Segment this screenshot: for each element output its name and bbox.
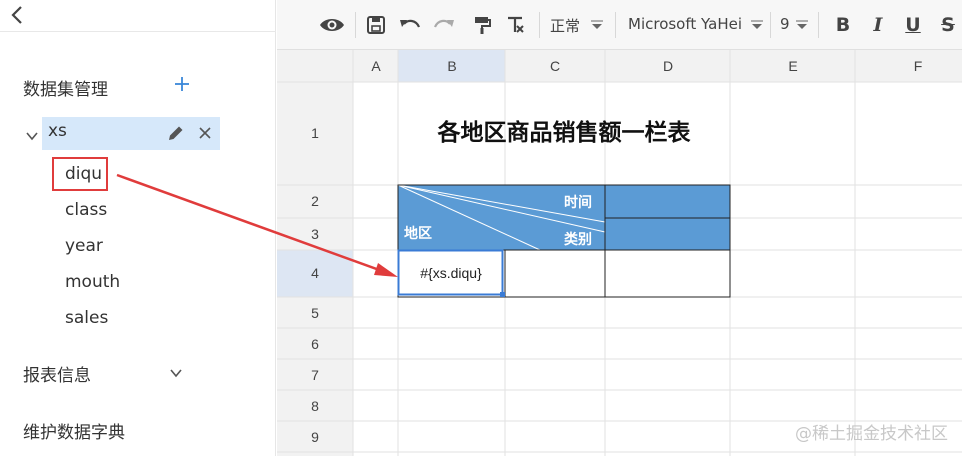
row-header-1[interactable]: 1 <box>311 125 319 141</box>
caret-down-icon <box>751 20 763 29</box>
panel-divider <box>0 31 276 32</box>
column-header-d[interactable]: D <box>663 58 673 74</box>
undo-icon <box>400 19 421 28</box>
format-painter-button[interactable] <box>471 13 493 37</box>
clear-format-button[interactable] <box>504 13 526 37</box>
left-panel: 数据集管理 xs diqu class year mouth sales 报表信… <box>0 0 276 456</box>
underline-button[interactable]: U <box>903 13 923 37</box>
caret-down-icon <box>591 20 603 29</box>
field-highlight-box <box>52 157 108 191</box>
column-header-f[interactable]: F <box>914 58 923 74</box>
chevron-down-icon[interactable] <box>168 365 184 379</box>
toolbar-separator <box>818 12 819 38</box>
grid-canvas[interactable]: A B C D E F 1 2 3 4 5 6 7 8 9 各地区商品销售额一栏… <box>277 50 962 456</box>
field-item-mouth[interactable]: mouth <box>65 272 120 292</box>
delete-dataset-button[interactable] <box>197 125 213 141</box>
row-header-4[interactable]: 4 <box>311 265 319 281</box>
field-item-class[interactable]: class <box>65 200 107 220</box>
fill-handle[interactable] <box>500 292 505 297</box>
eye-icon <box>320 19 344 31</box>
row-header-3[interactable]: 3 <box>311 226 319 242</box>
redo-icon <box>433 19 454 28</box>
toolbar-separator <box>539 12 540 38</box>
toolbar-separator <box>615 12 616 38</box>
toolbar: 正常 Microsoft YaHei 9 B I U S <box>277 0 962 50</box>
strikethrough-button[interactable]: S <box>938 13 958 37</box>
row-header-8[interactable]: 8 <box>311 398 319 414</box>
row-header-5[interactable]: 5 <box>311 305 319 321</box>
data-dictionary-title[interactable]: 维护数据字典 <box>23 418 125 443</box>
pencil-icon <box>169 126 183 140</box>
chevron-down-icon[interactable] <box>26 127 38 141</box>
column-header-a[interactable]: A <box>371 58 381 74</box>
font-family-select[interactable]: Microsoft YaHei <box>628 15 742 33</box>
size-dropdown-caret[interactable] <box>796 13 808 37</box>
back-button[interactable] <box>8 4 26 26</box>
dataset-section-title: 数据集管理 <box>23 80 108 100</box>
font-size-select[interactable]: 9 <box>780 15 790 33</box>
edit-dataset-button[interactable] <box>167 124 185 142</box>
header-category-label: 类别 <box>564 231 592 248</box>
toolbar-separator <box>770 12 771 38</box>
dataset-row[interactable] <box>42 117 220 150</box>
header-cell-d3[interactable] <box>605 218 730 250</box>
font-dropdown-caret[interactable] <box>751 13 763 37</box>
add-dataset-button[interactable] <box>174 76 190 92</box>
column-header-b[interactable]: B <box>447 58 456 74</box>
row-header-2[interactable]: 2 <box>311 193 319 209</box>
header-region-label: 地区 <box>404 225 432 242</box>
redo-button[interactable] <box>432 13 456 37</box>
italic-button[interactable]: I <box>868 13 888 37</box>
header-cell-d2[interactable] <box>605 185 730 218</box>
column-header-e[interactable]: E <box>788 58 797 74</box>
save-icon <box>367 16 385 34</box>
dataset-name: xs <box>48 121 67 141</box>
spreadsheet-grid[interactable]: A B C D E F 1 2 3 4 5 6 7 8 9 各地区商品销售额一栏… <box>277 50 962 456</box>
field-item-sales[interactable]: sales <box>65 308 108 328</box>
style-select[interactable]: 正常 <box>550 15 580 36</box>
caret-down-icon <box>796 20 808 29</box>
toolbar-separator <box>355 12 356 38</box>
field-item-year[interactable]: year <box>65 236 103 256</box>
bold-icon: B <box>835 14 851 36</box>
plus-icon <box>175 77 189 91</box>
clear-format-icon <box>508 16 524 33</box>
column-header-c[interactable]: C <box>550 58 560 74</box>
strikethrough-icon: S <box>941 14 955 36</box>
selected-cell-value: #{xs.diqu} <box>420 265 482 281</box>
underline-icon: U <box>905 14 921 36</box>
save-button[interactable] <box>365 13 387 37</box>
row-header-6[interactable]: 6 <box>311 336 319 352</box>
style-dropdown-caret[interactable] <box>591 13 603 37</box>
row-header-7[interactable]: 7 <box>311 367 319 383</box>
gridlines <box>277 50 962 456</box>
watermark: @稀土掘金技术社区 <box>795 424 948 444</box>
preview-button[interactable] <box>319 13 345 37</box>
undo-button[interactable] <box>398 13 422 37</box>
bold-button[interactable]: B <box>833 13 853 37</box>
italic-icon: I <box>873 14 883 36</box>
chevron-left-icon <box>11 6 22 24</box>
header-time-label: 时间 <box>564 194 592 211</box>
row-header-9[interactable]: 9 <box>311 429 319 445</box>
report-info-title[interactable]: 报表信息 <box>23 361 91 386</box>
format-painter-icon <box>475 17 491 34</box>
report-title[interactable]: 各地区商品销售额一栏表 <box>437 119 692 146</box>
close-icon <box>199 127 211 139</box>
